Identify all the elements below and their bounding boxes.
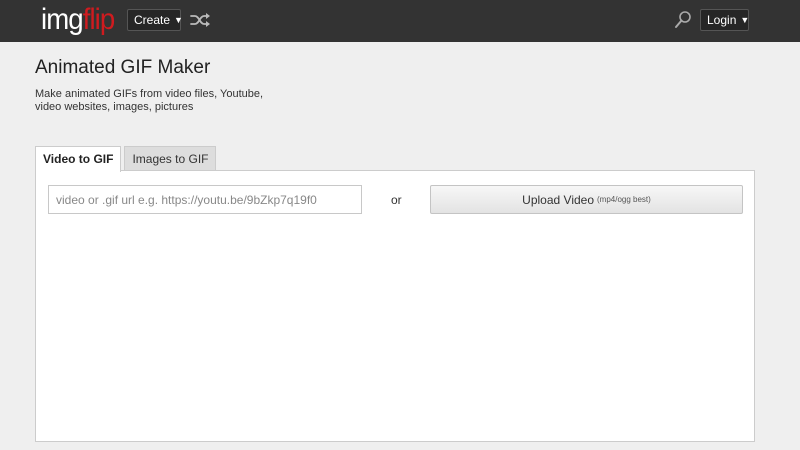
caret-down-icon: ▼: [174, 15, 183, 25]
upload-format-hint: (mp4/ogg best): [597, 195, 651, 204]
description-line-1: Make animated GIFs from video files, You…: [35, 88, 264, 100]
upload-video-label: Upload Video: [522, 192, 595, 207]
search-icon[interactable]: [674, 10, 692, 30]
create-menu-button[interactable]: Create ▼: [127, 9, 183, 31]
caret-down-icon: ▼: [740, 15, 750, 25]
login-label: Login: [707, 13, 737, 27]
create-label: Create: [134, 13, 171, 27]
video-url-input[interactable]: [48, 185, 362, 214]
logo-text-flip: flip: [82, 3, 116, 36]
imgflip-logo[interactable]: imgflip: [41, 2, 116, 38]
logo-text-img: img: [41, 3, 84, 36]
login-button[interactable]: Login ▼: [700, 9, 749, 31]
page-title: Animated GIF Maker: [35, 57, 211, 78]
upload-video-button[interactable]: Upload Video (mp4/ogg best): [430, 185, 743, 214]
description-line-2: video websites, images, pictures: [35, 101, 194, 113]
maker-tabs: Video to GIF Images to GIF: [35, 146, 217, 172]
top-navbar: imgflip Create ▼ Login ▼: [0, 0, 800, 42]
tab-images-to-gif[interactable]: Images to GIF: [124, 146, 217, 171]
video-to-gif-panel: or Upload Video (mp4/ogg best): [35, 170, 755, 442]
page-description: Make animated GIFs from video files, You…: [35, 88, 265, 114]
or-separator: or: [391, 193, 402, 207]
tab-video-to-gif[interactable]: Video to GIF: [35, 146, 122, 172]
shuffle-icon[interactable]: [189, 11, 211, 29]
